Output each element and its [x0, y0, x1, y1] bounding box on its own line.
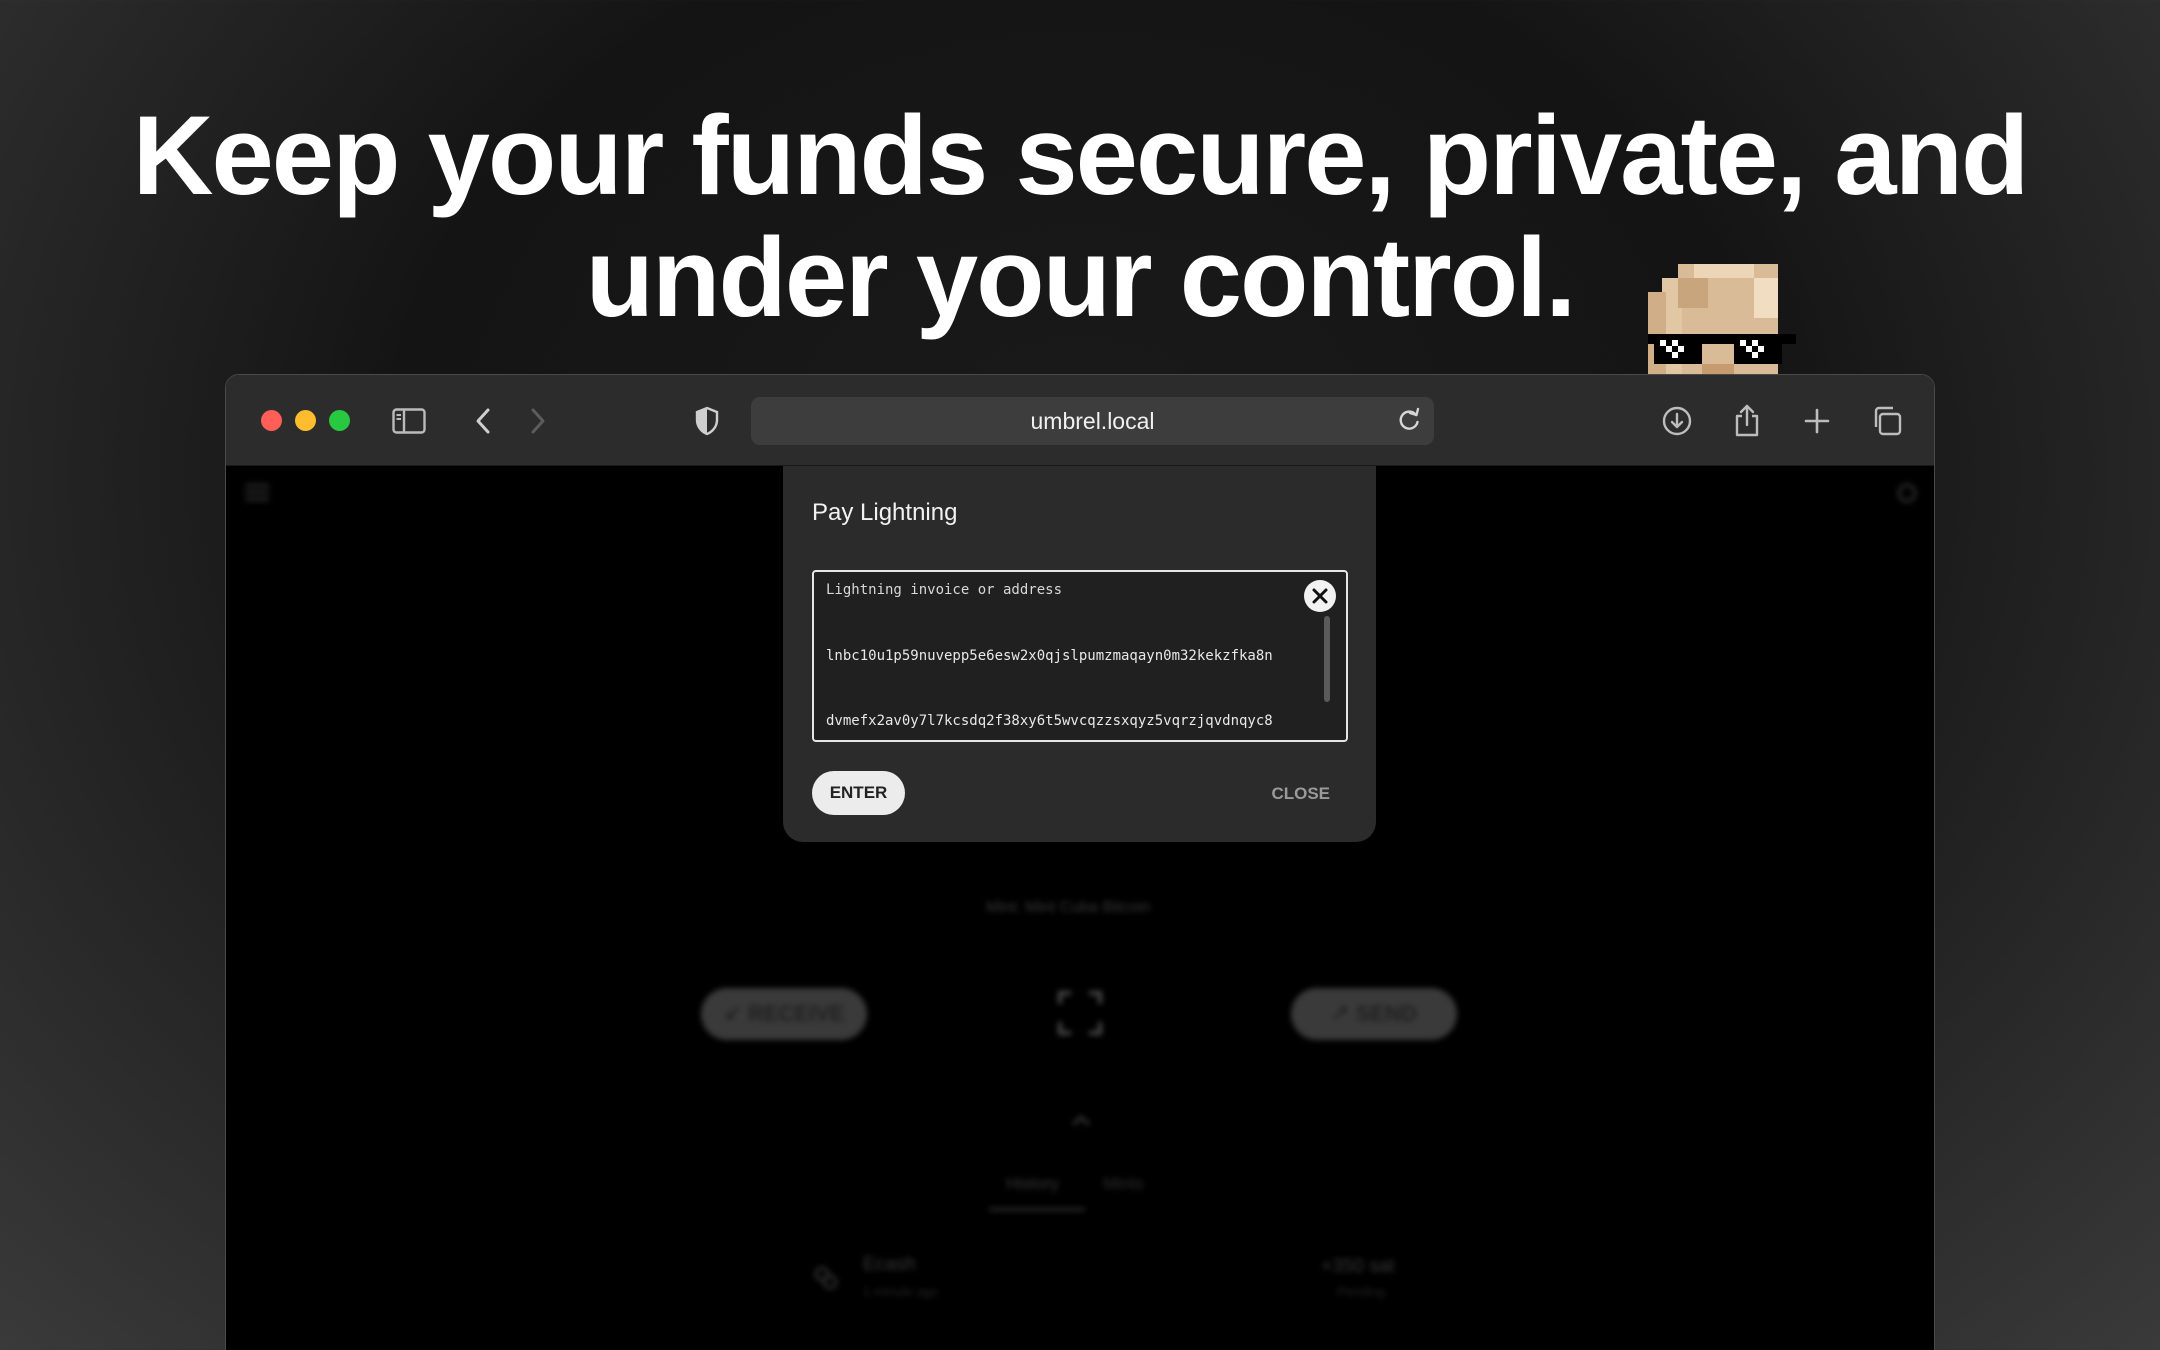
tab-history[interactable]: History [1006, 1174, 1059, 1194]
tabs-overview-icon[interactable] [1867, 401, 1907, 441]
share-icon[interactable] [1727, 401, 1767, 441]
headline-line-1: Keep your funds secure, private, and [132, 93, 2030, 218]
close-button[interactable]: CLOSE [1271, 784, 1330, 804]
pixel-mascot-with-sunglasses [1648, 264, 1796, 376]
pay-lightning-dialog: Pay Lightning Lightning invoice or addre… [783, 466, 1376, 842]
invoice-input-label: Lightning invoice or address [826, 582, 1063, 598]
window-minimize-button[interactable] [295, 410, 316, 431]
ecash-icon [813, 1265, 839, 1297]
sidebar-icon[interactable] [389, 401, 429, 441]
history-item-time: 1 minute ago [863, 1284, 939, 1299]
invoice-text[interactable]: lnbc10u1p59nuvepp5e6esw2x0qjslpumzmaqayn… [826, 603, 1310, 738]
scan-icon[interactable] [1057, 990, 1103, 1041]
close-icon [1312, 588, 1328, 604]
clear-input-button[interactable] [1304, 580, 1336, 612]
invoice-line: dvmefx2av0y7l7kcsdq2f38xy6t5wvcqzzsxqyz5… [826, 712, 1273, 729]
menu-icon[interactable] [245, 482, 269, 507]
back-icon[interactable] [463, 401, 503, 441]
dialog-title: Pay Lightning [812, 499, 958, 526]
receive-button[interactable]: ↙ RECEIVE [701, 988, 867, 1040]
history-item-amount: +350 sat [1321, 1256, 1395, 1277]
reload-icon[interactable] [1394, 405, 1424, 441]
input-scrollbar[interactable] [1324, 616, 1330, 702]
tab-indicator [989, 1208, 1085, 1211]
forward-icon[interactable] [518, 401, 558, 441]
headline-line-2: under your control. [585, 215, 1577, 340]
enter-button[interactable]: ENTER [812, 771, 905, 815]
send-button[interactable]: ↗ SEND [1291, 988, 1457, 1040]
window-close-button[interactable] [261, 410, 282, 431]
headline: Keep your funds secure, private, and und… [0, 95, 2160, 339]
web-page: Mint: Mint Cuba Bitcoin ↙ RECEIVE ↗ SEND… [226, 466, 1934, 1350]
history-item-title: Ecash [863, 1254, 916, 1275]
shield-icon[interactable] [687, 401, 727, 441]
mint-label: Mint: Mint Cuba Bitcoin [986, 899, 1151, 916]
invoice-input[interactable]: Lightning invoice or address lnbc10u1p59… [812, 570, 1348, 742]
invoice-line: lnbc10u1p59nuvepp5e6esw2x0qjslpumzmaqayn… [826, 648, 1273, 664]
chevron-up-icon[interactable] [1071, 1114, 1091, 1132]
history-item-status: Pending [1337, 1284, 1385, 1299]
address-bar[interactable]: umbrel.local [751, 397, 1434, 445]
browser-toolbar: umbrel.local [226, 375, 1934, 466]
new-tab-icon[interactable] [1797, 401, 1837, 441]
browser-window: umbrel.local Mint: Mint Cuba Bitcoin ↙ R… [225, 374, 1935, 1350]
url-text: umbrel.local [1030, 407, 1155, 434]
tab-mints[interactable]: Mints [1103, 1174, 1144, 1194]
download-icon[interactable] [1657, 401, 1697, 441]
refresh-icon[interactable] [1896, 482, 1918, 509]
window-zoom-button[interactable] [329, 410, 350, 431]
